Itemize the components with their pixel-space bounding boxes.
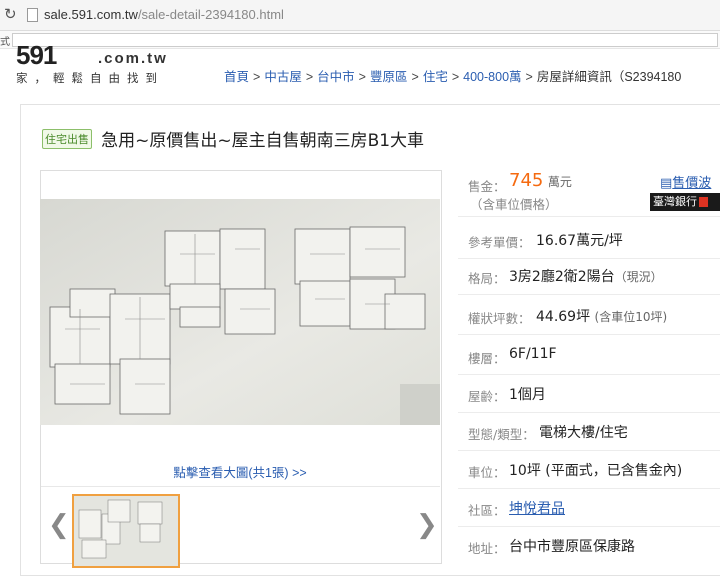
- breadcrumb-price-range[interactable]: 400-800萬: [463, 70, 521, 84]
- unit-price-value: 16.67萬元/坪: [536, 233, 623, 249]
- view-large-image-link[interactable]: 點擊查看大圖(共1張) >>: [40, 462, 440, 481]
- url-path: /sale-detail-2394180.html: [137, 7, 284, 22]
- parking-value: 10坪 (平面式，已含售金內): [509, 463, 683, 479]
- breadcrumb-home[interactable]: 首頁: [224, 70, 249, 84]
- breadcrumb-residential[interactable]: 住宅: [423, 70, 448, 84]
- parking-label: 車位：: [468, 465, 506, 480]
- breadcrumb-district[interactable]: 豐原區: [370, 70, 408, 84]
- unit-price-label: 參考單價：: [468, 235, 531, 250]
- prev-arrow-icon[interactable]: ❮: [48, 510, 70, 540]
- type-row: 型態/類型： 電梯大樓/住宅: [458, 414, 720, 451]
- layout-label: 格局：: [468, 271, 506, 286]
- logo-slogan: 家，輕鬆自由找到: [16, 73, 164, 85]
- url-domain: sale.591.com.tw: [44, 7, 138, 22]
- listing-tag: 住宅出售: [42, 128, 92, 149]
- age-row: 屋齡： 1個月: [458, 376, 720, 413]
- layout-row: 格局： 3房2廳2衛2陽台（現況）: [458, 258, 720, 295]
- bookmarks-bar: 式: [0, 31, 720, 49]
- chart-icon: ▤: [660, 176, 673, 191]
- age-value: 1個月: [509, 387, 546, 403]
- layout-value: 3房2廳2衛2陽台: [509, 269, 615, 285]
- breadcrumb-current: 房屋詳細資訊（S2394180: [536, 70, 682, 84]
- price-history-link[interactable]: ▤售價波: [660, 172, 711, 191]
- area-note: (含車位10坪): [594, 310, 668, 324]
- area-row: 權狀坪數： 44.69坪 (含車位10坪): [458, 298, 720, 335]
- bookmark-field[interactable]: [12, 33, 718, 47]
- bank-label: 臺灣銀行: [653, 195, 697, 208]
- address-value: 台中市豐原區保康路: [509, 539, 635, 555]
- thumbnail-floor-plan[interactable]: [72, 494, 180, 568]
- price-label: 售金：: [468, 179, 506, 194]
- price-value: 745: [509, 170, 544, 191]
- floor-value: 6F/11F: [509, 346, 557, 362]
- address-row: 地址： 台中市豐原區保康路: [458, 528, 720, 564]
- area-value-group: 44.69坪 (含車位10坪): [536, 306, 667, 326]
- logo-number: 591: [16, 40, 57, 70]
- logo-domain: .com.tw: [98, 50, 168, 67]
- listing-title-row: 住宅出售 急用~原價售出~屋主自售朝南三房B1大車: [42, 126, 424, 151]
- browser-toolbar: ↻ sale.591.com.tw/sale-detail-2394180.ht…: [0, 0, 720, 31]
- community-link[interactable]: 坤悅君品: [509, 498, 565, 518]
- floor-row: 樓層： 6F/11F: [458, 338, 720, 375]
- breadcrumb: 首頁 > 中古屋 > 台中市 > 豐原區 > 住宅 >400-800萬 > 房屋詳細資訊（S23941…: [224, 70, 682, 84]
- bank-logo-icon: [699, 197, 708, 207]
- reload-icon[interactable]: ↻: [4, 5, 17, 23]
- bank-banner[interactable]: 臺灣銀行: [650, 193, 720, 211]
- type-label: 型態/類型：: [468, 427, 535, 442]
- type-value: 電梯大樓/住宅: [539, 425, 628, 441]
- address-label: 地址：: [468, 541, 506, 556]
- listing-title: 急用~原價售出~屋主自售朝南三房B1大車: [101, 131, 425, 151]
- community-row: 社區： 坤悅君品: [458, 490, 720, 527]
- page-icon: [27, 8, 38, 22]
- area-label: 權狀坪數：: [468, 311, 531, 326]
- next-arrow-icon[interactable]: ❯: [416, 510, 438, 540]
- layout-note: （現況）: [614, 270, 663, 284]
- price-note: （含車位價格）: [470, 197, 558, 212]
- breadcrumb-used-house[interactable]: 中古屋: [264, 70, 302, 84]
- breadcrumb-city[interactable]: 台中市: [317, 70, 355, 84]
- bookmark-label[interactable]: 式: [0, 33, 10, 48]
- age-label: 屋齡：: [468, 389, 506, 404]
- price-unit: 萬元: [547, 175, 572, 189]
- price-value-group: 745 萬元: [509, 170, 572, 191]
- address-bar[interactable]: sale.591.com.tw/sale-detail-2394180.html: [44, 7, 284, 22]
- floor-plan-photo[interactable]: [40, 199, 440, 425]
- parking-row: 車位： 10坪 (平面式，已含售金內): [458, 452, 720, 489]
- floor-label: 樓層：: [468, 351, 506, 366]
- community-label: 社區：: [468, 503, 506, 518]
- area-value: 44.69坪: [536, 309, 591, 325]
- unit-price-row: 參考單價： 16.67萬元/坪: [458, 222, 720, 259]
- layout-value-group: 3房2廳2衛2陽台（現況）: [509, 266, 663, 286]
